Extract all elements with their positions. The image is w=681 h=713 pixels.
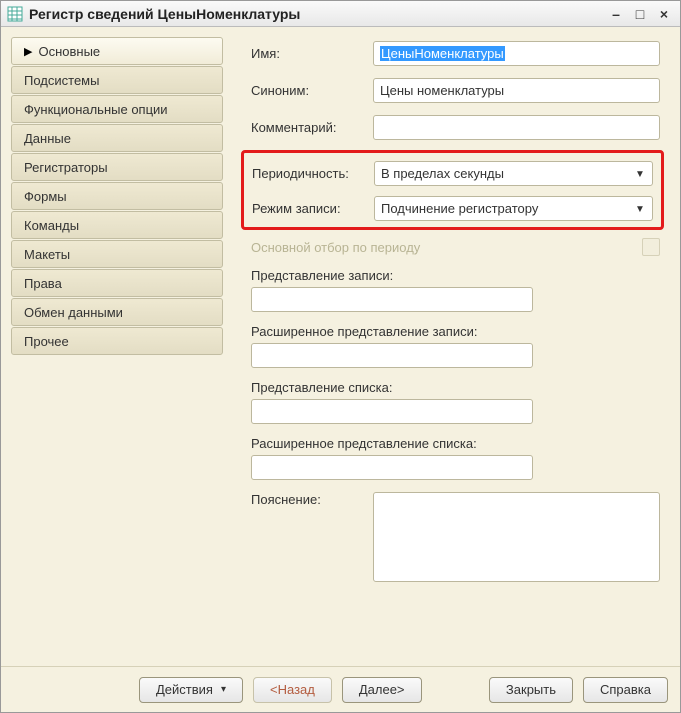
comment-label: Комментарий: <box>251 120 373 135</box>
tab-registrators[interactable]: Регистраторы <box>11 153 223 181</box>
tab-rights[interactable]: Права <box>11 269 223 297</box>
list-repr-ext-input[interactable] <box>251 455 533 480</box>
synonym-label: Синоним: <box>251 83 373 98</box>
window-buttons: – □ × <box>606 6 674 22</box>
tab-label: Регистраторы <box>24 160 108 175</box>
block-list-repr-ext: Расширенное представление списка: <box>251 436 660 480</box>
close-window-button[interactable]: × <box>654 6 674 22</box>
register-icon <box>7 6 23 22</box>
actions-label: Действия <box>156 682 213 697</box>
block-explanation: Пояснение: <box>251 492 660 582</box>
tab-forms[interactable]: Формы <box>11 182 223 210</box>
actions-button[interactable]: Действия ▾ <box>139 677 243 703</box>
footer: Действия ▾ <Назад Далее> Закрыть Справка <box>1 666 680 712</box>
block-record-repr-ext: Расширенное представление записи: <box>251 324 660 368</box>
tab-label: Формы <box>24 189 67 204</box>
tab-label: Подсистемы <box>24 73 99 88</box>
record-repr-label: Представление записи: <box>251 268 660 283</box>
next-label: Далее> <box>359 682 405 697</box>
main-filter-label: Основной отбор по периоду <box>251 240 420 255</box>
block-record-repr: Представление записи: <box>251 268 660 312</box>
tab-label: Основные <box>38 44 100 59</box>
close-button[interactable]: Закрыть <box>489 677 573 703</box>
periodicity-select[interactable]: В пределах секунды ▼ <box>374 161 653 186</box>
periodicity-label: Периодичность: <box>252 166 374 181</box>
write-mode-value: Подчинение регистратору <box>381 201 538 216</box>
highlighted-section: Периодичность: В пределах секунды ▼ Режи… <box>241 150 664 230</box>
name-label: Имя: <box>251 46 373 61</box>
next-button[interactable]: Далее> <box>342 677 422 703</box>
window-title: Регистр сведений ЦеныНоменклатуры <box>29 6 606 22</box>
row-comment: Комментарий: <box>251 115 660 140</box>
tab-data[interactable]: Данные <box>11 124 223 152</box>
record-repr-ext-input[interactable] <box>251 343 533 368</box>
close-label: Закрыть <box>506 682 556 697</box>
record-repr-ext-label: Расширенное представление записи: <box>251 324 660 339</box>
dropdown-icon: ▼ <box>632 201 648 217</box>
row-name: Имя: ЦеныНоменклатуры <box>251 41 660 66</box>
tab-label: Права <box>24 276 62 291</box>
row-periodicity: Периодичность: В пределах секунды ▼ <box>252 161 653 186</box>
tab-templates[interactable]: Макеты <box>11 240 223 268</box>
list-repr-label: Представление списка: <box>251 380 660 395</box>
tab-label: Функциональные опции <box>24 102 168 117</box>
maximize-button[interactable]: □ <box>630 6 650 22</box>
tab-label: Обмен данными <box>24 305 123 320</box>
row-write-mode: Режим записи: Подчинение регистратору ▼ <box>252 196 653 221</box>
tab-functional-options[interactable]: Функциональные опции <box>11 95 223 123</box>
explanation-input[interactable] <box>373 492 660 582</box>
sidebar: ▶ Основные Подсистемы Функциональные опци… <box>11 37 223 656</box>
main-panel: Имя: ЦеныНоменклатуры Синоним: Комментар… <box>223 37 670 656</box>
active-marker-icon: ▶ <box>24 45 32 58</box>
explanation-label: Пояснение: <box>251 492 373 507</box>
name-value: ЦеныНоменклатуры <box>380 46 505 61</box>
minimize-button[interactable]: – <box>606 6 626 22</box>
name-input[interactable]: ЦеныНоменклатуры <box>373 41 660 66</box>
comment-input[interactable] <box>373 115 660 140</box>
tab-exchange[interactable]: Обмен данными <box>11 298 223 326</box>
row-synonym: Синоним: <box>251 78 660 103</box>
help-label: Справка <box>600 682 651 697</box>
tab-commands[interactable]: Команды <box>11 211 223 239</box>
record-repr-input[interactable] <box>251 287 533 312</box>
tab-label: Макеты <box>24 247 70 262</box>
write-mode-select[interactable]: Подчинение регистратору ▼ <box>374 196 653 221</box>
tab-other[interactable]: Прочее <box>11 327 223 355</box>
row-main-filter: Основной отбор по периоду <box>251 238 660 256</box>
dropdown-icon: ▼ <box>632 166 648 182</box>
block-list-repr: Представление списка: <box>251 380 660 424</box>
tab-label: Данные <box>24 131 71 146</box>
tab-label: Прочее <box>24 334 69 349</box>
synonym-input[interactable] <box>373 78 660 103</box>
dropdown-icon: ▾ <box>221 684 226 695</box>
tab-main[interactable]: ▶ Основные <box>11 37 223 65</box>
list-repr-input[interactable] <box>251 399 533 424</box>
back-button[interactable]: <Назад <box>253 677 332 703</box>
body: ▶ Основные Подсистемы Функциональные опци… <box>1 27 680 666</box>
main-filter-checkbox <box>642 238 660 256</box>
tab-label: Команды <box>24 218 79 233</box>
help-button[interactable]: Справка <box>583 677 668 703</box>
periodicity-value: В пределах секунды <box>381 166 504 181</box>
write-mode-label: Режим записи: <box>252 201 374 216</box>
window: Регистр сведений ЦеныНоменклатуры – □ × … <box>0 0 681 713</box>
titlebar: Регистр сведений ЦеныНоменклатуры – □ × <box>1 1 680 27</box>
back-label: <Назад <box>270 682 315 697</box>
list-repr-ext-label: Расширенное представление списка: <box>251 436 660 451</box>
tab-subsystems[interactable]: Подсистемы <box>11 66 223 94</box>
